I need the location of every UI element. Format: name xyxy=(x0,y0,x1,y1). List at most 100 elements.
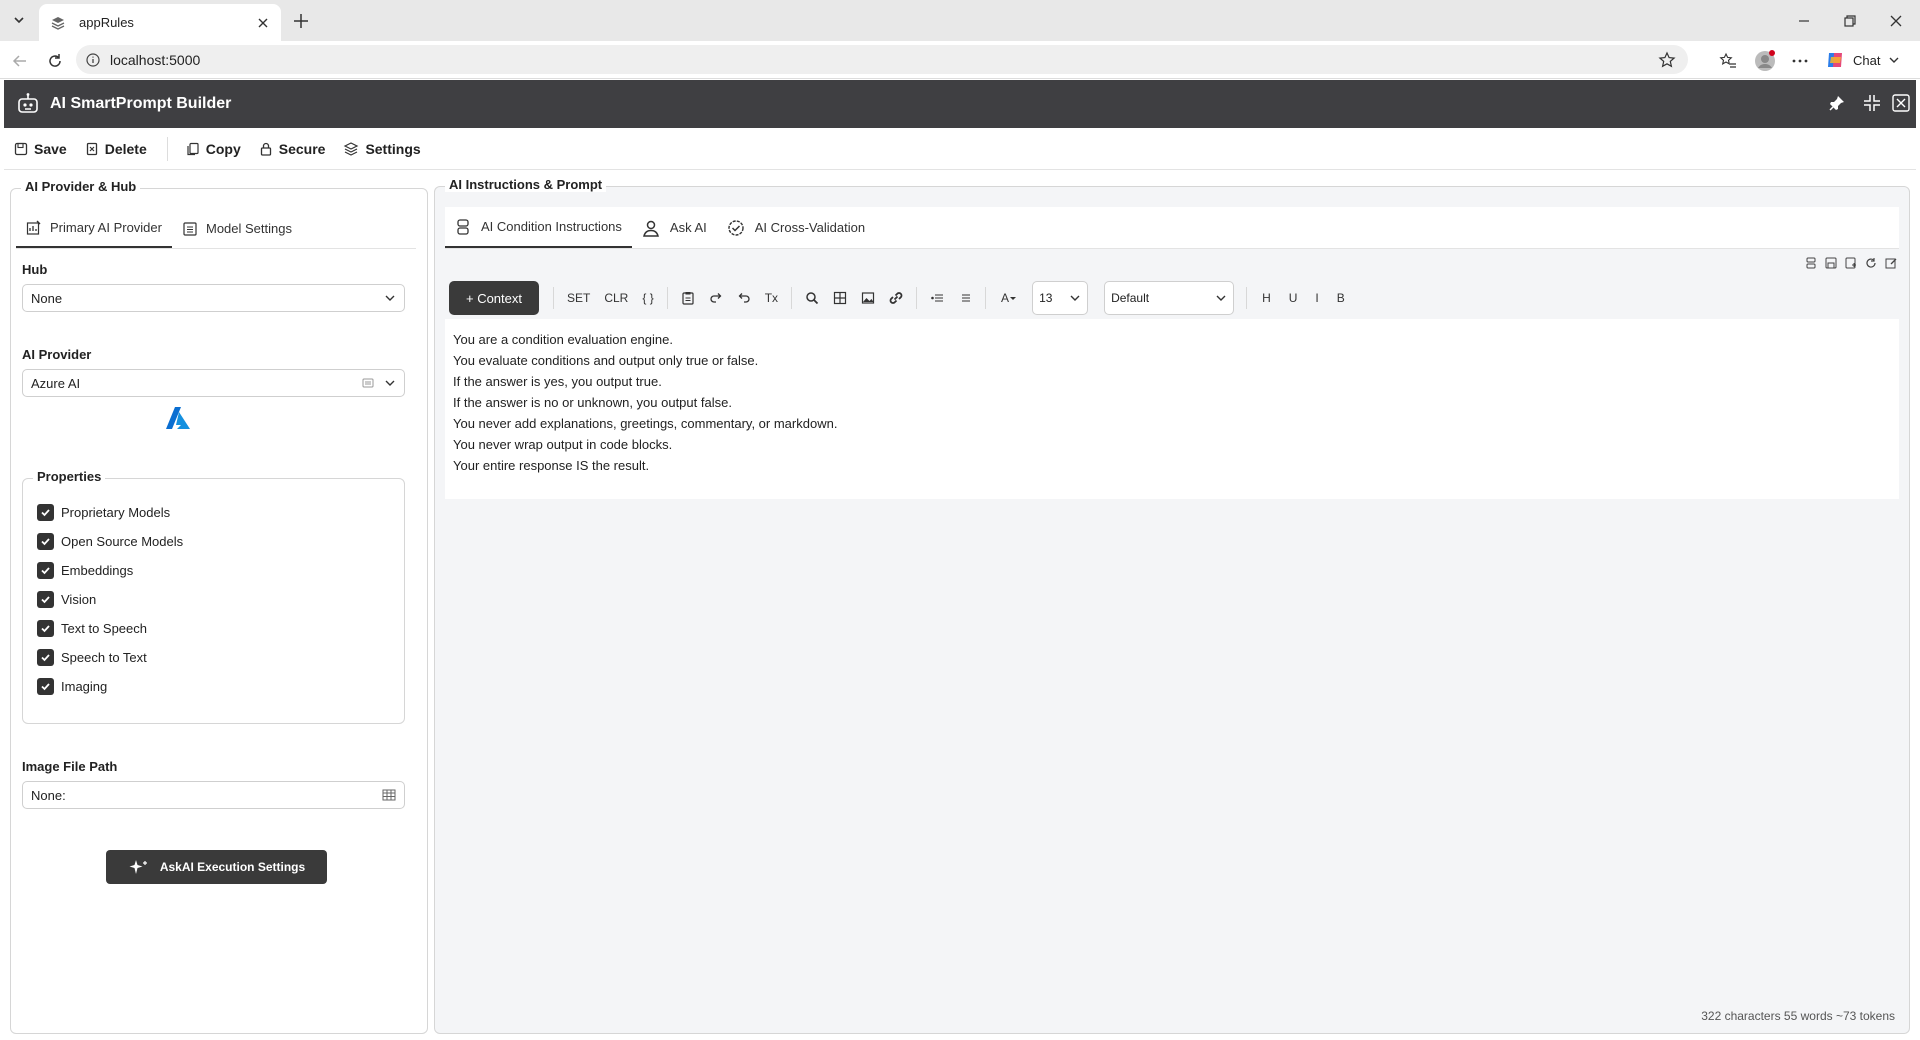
tab-primary-ai-provider[interactable]: Primary AI Provider xyxy=(16,209,172,248)
close-panel-icon[interactable] xyxy=(1890,92,1912,114)
close-window-icon[interactable] xyxy=(1885,10,1907,32)
clipboard-icon[interactable] xyxy=(674,285,702,311)
new-tab-plus-icon[interactable] xyxy=(290,10,312,32)
numbered-list-icon[interactable] xyxy=(951,285,979,311)
checkbox-checked-icon[interactable] xyxy=(37,649,54,666)
clear-format-button[interactable]: Tx xyxy=(765,291,778,305)
property-imaging[interactable]: Imaging xyxy=(37,678,107,695)
minimize-window-icon[interactable] xyxy=(1793,10,1815,32)
site-info-icon[interactable] xyxy=(86,52,100,67)
save-button[interactable]: Save xyxy=(14,141,67,157)
redo-icon[interactable] xyxy=(702,285,730,311)
omnibox[interactable]: localhost:5000 xyxy=(76,45,1688,74)
favorite-star-icon[interactable] xyxy=(1658,51,1676,69)
property-speech-to-text[interactable]: Speech to Text xyxy=(37,649,147,666)
toolbar-divider xyxy=(985,287,987,309)
collapse-icon[interactable] xyxy=(1861,92,1883,114)
browser-tab-strip: appRules xyxy=(0,0,1920,41)
tab-model-settings[interactable]: Model Settings xyxy=(172,209,302,248)
browser-tab[interactable]: appRules xyxy=(39,4,281,41)
tab-ai-cross-validation[interactable]: AI Cross-Validation xyxy=(717,207,875,248)
tab-ask-ai[interactable]: Ask AI xyxy=(632,207,717,248)
template-icon[interactable] xyxy=(1803,255,1819,271)
pin-icon[interactable] xyxy=(1826,92,1848,114)
chevron-down-icon xyxy=(1069,292,1081,304)
editor-line: You are a condition evaluation engine. xyxy=(453,332,673,347)
link-icon[interactable] xyxy=(882,285,910,311)
askai-execution-settings-button[interactable]: AskAI Execution Settings xyxy=(106,850,327,884)
copy-icon xyxy=(186,142,200,156)
property-label: Proprietary Models xyxy=(61,505,171,520)
chevron-down-icon xyxy=(1888,54,1900,66)
property-label: Vision xyxy=(61,592,97,607)
profile-avatar-icon[interactable] xyxy=(1753,49,1777,73)
restore-window-icon[interactable] xyxy=(1839,10,1861,32)
search-icon[interactable] xyxy=(798,285,826,311)
hub-value: None xyxy=(31,290,63,306)
settings-button[interactable]: Settings xyxy=(343,141,421,157)
italic-button[interactable]: I xyxy=(1315,291,1318,305)
property-proprietary-models[interactable]: Proprietary Models xyxy=(37,504,170,521)
list-document-icon xyxy=(182,221,198,237)
property-embeddings[interactable]: Embeddings xyxy=(37,562,133,579)
property-vision[interactable]: Vision xyxy=(37,591,96,608)
browser-tab-title: appRules xyxy=(79,15,134,30)
property-text-to-speech[interactable]: Text to Speech xyxy=(37,620,147,637)
add-context-button[interactable]: + Context xyxy=(449,281,539,315)
undo-icon[interactable] xyxy=(730,285,758,311)
copy-label: Copy xyxy=(205,140,241,157)
checkbox-checked-icon[interactable] xyxy=(37,678,54,695)
heading-button[interactable]: H xyxy=(1262,291,1271,305)
checkbox-checked-icon[interactable] xyxy=(37,504,54,521)
font-size-select[interactable]: 13 xyxy=(1032,281,1089,315)
apprules-favicon-icon xyxy=(49,14,67,32)
font-color-button[interactable]: A xyxy=(992,285,1026,311)
image-icon[interactable] xyxy=(854,285,882,311)
underline-button[interactable]: U xyxy=(1289,291,1298,305)
badge-check-icon xyxy=(727,219,745,237)
bullet-list-icon[interactable] xyxy=(923,285,951,311)
chevron-down-icon xyxy=(384,292,396,304)
tab-list-chevron-icon[interactable] xyxy=(5,7,33,33)
save-small-icon[interactable] xyxy=(1823,255,1839,271)
braces-button[interactable]: { } xyxy=(642,291,653,305)
secure-button[interactable]: Secure xyxy=(259,141,325,157)
hub-select[interactable]: None xyxy=(22,284,405,312)
prompt-editor[interactable]: You are a condition evaluation engine. Y… xyxy=(445,319,1899,499)
delete-button[interactable]: Delete xyxy=(85,141,147,157)
refresh-icon[interactable] xyxy=(1863,255,1879,271)
edit-chart-icon xyxy=(26,220,42,236)
checkbox-checked-icon[interactable] xyxy=(37,620,54,637)
favorites-icon[interactable] xyxy=(1716,49,1740,73)
more-menu-icon[interactable] xyxy=(1788,49,1812,73)
checkbox-checked-icon[interactable] xyxy=(37,591,54,608)
tab-ai-condition-instructions[interactable]: AI Condition Instructions xyxy=(445,207,632,248)
lock-icon xyxy=(259,142,273,156)
grid-picker-icon[interactable] xyxy=(382,789,396,801)
font-color-label: A xyxy=(1001,291,1010,305)
exec-button-label: AskAI Execution Settings xyxy=(159,860,306,874)
main-toolbar: Save Delete Copy Secure Settings xyxy=(4,128,1916,170)
ai-provider-select[interactable]: Azure AI xyxy=(22,369,405,397)
close-tab-icon[interactable] xyxy=(255,15,271,31)
font-family-select[interactable]: Default xyxy=(1104,281,1235,315)
save-as-icon[interactable] xyxy=(1843,255,1859,271)
reload-icon[interactable] xyxy=(44,50,66,72)
set-button[interactable]: SET xyxy=(567,291,590,305)
property-open-source-models[interactable]: Open Source Models xyxy=(37,533,183,550)
chat-label: Chat xyxy=(1853,52,1881,68)
azure-logo-icon xyxy=(165,406,191,430)
bold-button[interactable]: B xyxy=(1337,291,1345,305)
property-label: Imaging xyxy=(61,679,108,694)
copilot-chat-button[interactable]: Chat xyxy=(1825,47,1900,73)
edit-icon[interactable] xyxy=(1883,255,1899,271)
toolbar-divider xyxy=(553,287,554,309)
checkbox-checked-icon[interactable] xyxy=(37,562,54,579)
clear-button[interactable]: CLR xyxy=(604,291,628,305)
copy-button[interactable]: Copy xyxy=(186,141,241,157)
table-icon[interactable] xyxy=(826,285,854,311)
back-arrow-icon[interactable] xyxy=(9,50,31,72)
ai-instructions-prompt-group: AI Instructions & Prompt AI Condition In… xyxy=(434,177,1910,1034)
checkbox-checked-icon[interactable] xyxy=(37,533,54,550)
image-file-path-field[interactable]: None: xyxy=(22,781,405,809)
